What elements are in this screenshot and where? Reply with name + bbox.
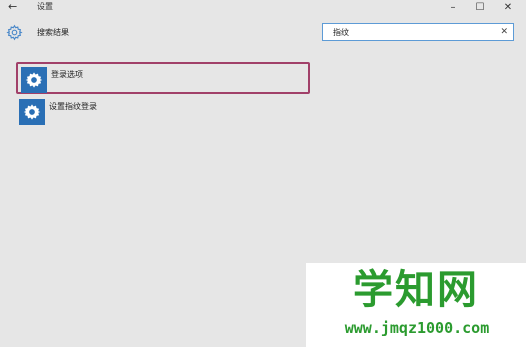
- window-title: 设置: [37, 2, 53, 11]
- back-arrow-icon[interactable]: ←: [8, 0, 17, 14]
- maximize-icon[interactable]: ☐: [467, 0, 493, 16]
- result-label: 设置指纹登录: [49, 102, 97, 111]
- close-icon[interactable]: ✕: [495, 0, 521, 16]
- page-title: 搜索结果: [37, 28, 69, 37]
- minimize-icon[interactable]: –: [440, 0, 466, 16]
- watermark-url: www.jmqz1000.com: [344, 319, 490, 337]
- gear-icon: [21, 67, 47, 93]
- watermark-title: 学知网: [353, 267, 479, 313]
- result-item-fingerprint-login[interactable]: 设置指纹登录: [16, 98, 310, 130]
- title-bar: ← 设置 – ☐ ✕: [0, 0, 526, 16]
- result-item-login-options[interactable]: 登录选项: [16, 62, 310, 94]
- gear-icon: [6, 24, 23, 41]
- watermark: 学知网 www.jmqz1000.com: [306, 263, 526, 347]
- search-value[interactable]: 指纹: [333, 27, 349, 38]
- gear-icon: [19, 99, 45, 125]
- close-icon[interactable]: ✕: [500, 26, 508, 38]
- search-input[interactable]: 指纹 ✕: [322, 23, 514, 41]
- result-label: 登录选项: [51, 70, 83, 79]
